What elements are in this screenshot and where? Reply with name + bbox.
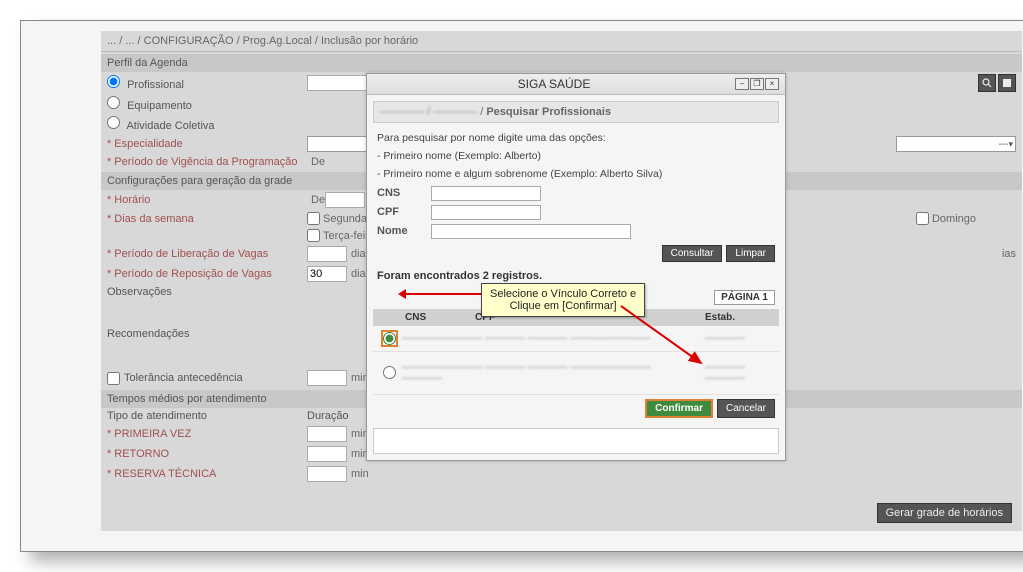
cpf-row: CPF	[373, 203, 779, 222]
hint-title: Para pesquisar por nome digite uma das o…	[373, 129, 779, 147]
periodo-vigencia-label: Período de Vigência da Programação	[114, 156, 297, 168]
breadcrumb: ... / ... / CONFIGURAÇÃO / Prog.Ag.Local…	[101, 31, 1022, 52]
app-window: ... / ... / CONFIGURAÇÃO / Prog.Ag.Local…	[20, 20, 1023, 552]
reserva-row: *RESERVA TÉCNICA min	[101, 464, 1022, 484]
nome-input[interactable]	[431, 224, 631, 239]
chk-segunda[interactable]	[307, 212, 320, 225]
limpar-button[interactable]: Limpar	[726, 245, 775, 262]
result-row-1[interactable]: ———————— ———— ———— ———————— ————	[373, 326, 779, 352]
rec-label: Recomendações	[107, 328, 307, 340]
radio-equipamento-label: Equipamento	[127, 100, 192, 112]
retorno-input[interactable]	[307, 446, 347, 462]
radio-equipamento[interactable]	[107, 96, 120, 109]
found-text: Foram encontrados 2 registros.	[377, 270, 542, 282]
dias-label: Dias da semana	[114, 213, 194, 225]
de-label: De	[311, 156, 325, 168]
modal-body: ———— / ———— / ... / ... / Pesquisar Prof…	[367, 95, 785, 460]
reserva-input[interactable]	[307, 466, 347, 482]
cpf-input[interactable]	[431, 205, 541, 220]
breadcrumb-text: ... / ... / CONFIGURAÇÃO / Prog.Ag.Local…	[107, 35, 418, 47]
tolerancia-label: Tolerância antecedência	[124, 372, 243, 384]
duracao-label: Duração	[307, 410, 349, 422]
chk-tolerancia[interactable]	[107, 372, 120, 385]
result-row-2[interactable]: ———————— ———— ———— ———————————— ————————	[373, 352, 779, 395]
horario-label: Horário	[114, 194, 150, 206]
obs-label: Observações	[107, 286, 307, 298]
search-icon[interactable]	[978, 74, 996, 92]
chk-domingo[interactable]	[916, 212, 929, 225]
reposicao-label: Período de Reposição de Vagas	[114, 268, 272, 280]
especialidade-label: Especialidade	[114, 138, 183, 150]
hint-1: - Primeiro nome (Exemplo: Alberto)	[373, 147, 779, 165]
primeira-input[interactable]	[307, 426, 347, 442]
radio-atividade[interactable]	[107, 116, 120, 129]
pagina-indicator[interactable]: PÁGINA 1	[714, 290, 775, 305]
tipo-label: Tipo de atendimento	[107, 410, 307, 422]
nome-row: Nome	[373, 222, 779, 241]
modal-footer-area	[373, 428, 779, 454]
chk-terca[interactable]	[307, 229, 320, 242]
cns-row: CNS	[373, 184, 779, 203]
result-radio-1[interactable]	[383, 332, 396, 345]
cancelar-button[interactable]: Cancelar	[717, 399, 775, 418]
horario-de[interactable]	[325, 192, 365, 208]
modal-breadcrumb: ———— / ———— / ... / ... / Pesquisar Prof…	[373, 101, 779, 123]
instruction-callout: Selecione o Vínculo Correto e Clique em …	[481, 283, 645, 317]
confirmar-button[interactable]: Confirmar	[645, 399, 713, 418]
tolerancia-input[interactable]	[307, 370, 347, 386]
close-icon[interactable]: ×	[765, 78, 779, 90]
especialidade-select-right[interactable]: ---	[896, 136, 1016, 152]
consultar-button[interactable]: Consultar	[662, 245, 723, 262]
section-perfil: Perfil da Agenda	[101, 54, 1022, 72]
search-modal: SIGA SAÚDE – ❐ × ———— / ———— / ... / ...…	[366, 73, 786, 461]
reposicao-input[interactable]	[307, 266, 347, 282]
liberacao-label: Período de Liberação de Vagas	[114, 248, 268, 260]
list-icon[interactable]	[998, 74, 1016, 92]
minimize-icon[interactable]: –	[735, 78, 749, 90]
cns-input[interactable]	[431, 186, 541, 201]
result-radio-2[interactable]	[383, 366, 396, 379]
radio-profissional[interactable]	[107, 75, 120, 88]
ias-suffix: ias	[1002, 248, 1016, 260]
hint-2: - Primeiro nome e algum sobrenome (Exemp…	[373, 165, 779, 183]
radio-atividade-label: Atividade Coletiva	[126, 120, 214, 132]
modal-title: SIGA SAÚDE	[373, 77, 735, 91]
radio-profissional-label: Profissional	[127, 79, 184, 91]
modal-titlebar: SIGA SAÚDE – ❐ ×	[367, 74, 785, 95]
liberacao-input[interactable]	[307, 246, 347, 262]
maximize-icon[interactable]: ❐	[750, 78, 764, 90]
arrow-to-radio	[401, 293, 481, 295]
gerar-grade-button[interactable]: Gerar grade de horários	[877, 503, 1012, 523]
